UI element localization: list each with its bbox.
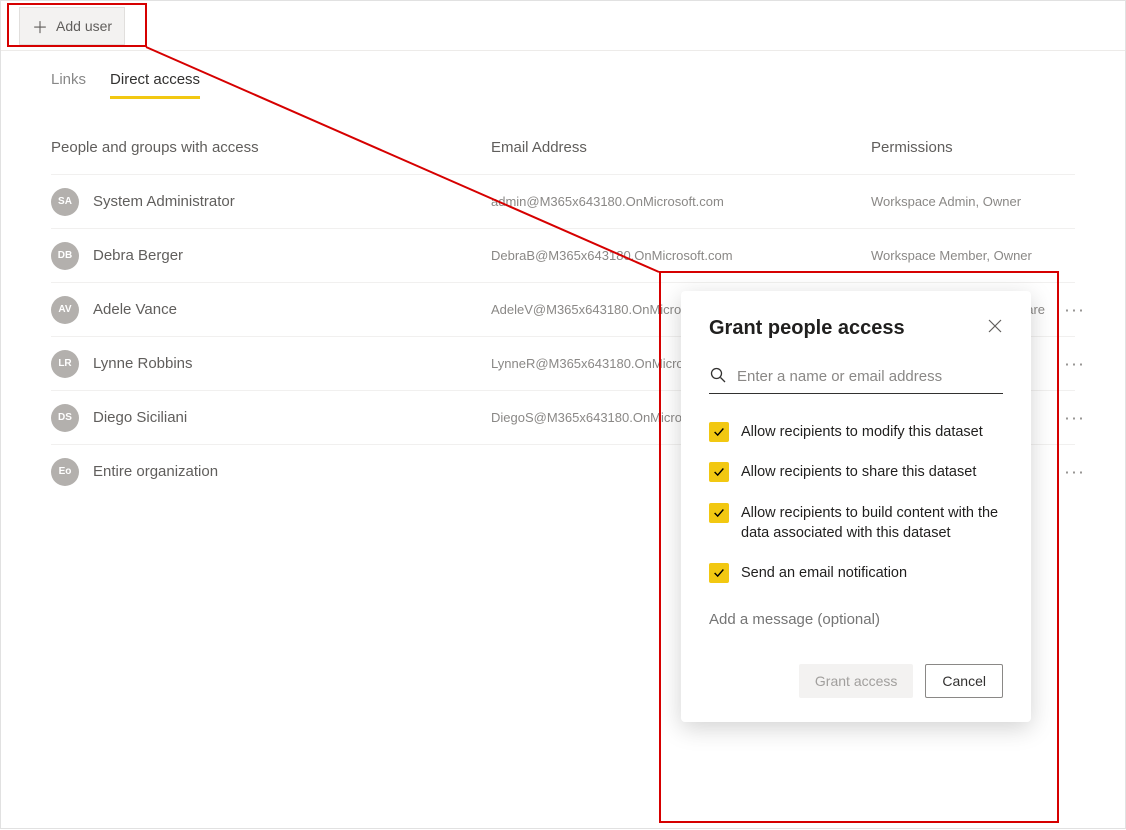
col-permissions-header: Permissions (871, 139, 1075, 156)
more-options-icon[interactable]: ··· (1064, 299, 1085, 320)
user-name: Lynne Robbins (93, 355, 193, 372)
table-header: People and groups with access Email Addr… (51, 129, 1075, 174)
cancel-button[interactable]: Cancel (925, 664, 1003, 698)
checkbox-label: Send an email notification (741, 563, 907, 583)
user-name: Debra Berger (93, 247, 183, 264)
avatar: DB (51, 242, 79, 270)
table-row: SA System Administrator admin@M365x64318… (51, 174, 1075, 228)
col-people-header: People and groups with access (51, 139, 491, 156)
add-user-label: Add user (56, 18, 112, 34)
people-search-input[interactable] (737, 368, 1003, 385)
user-name: Adele Vance (93, 301, 177, 318)
avatar: DS (51, 404, 79, 432)
close-icon[interactable] (987, 318, 1003, 339)
tab-direct-access[interactable]: Direct access (110, 71, 200, 99)
checkbox-label: Allow recipients to modify this dataset (741, 422, 983, 442)
checkbox-checked-icon[interactable] (709, 503, 729, 523)
more-options-icon[interactable]: ··· (1064, 407, 1085, 428)
checkbox-row[interactable]: Send an email notification (709, 563, 1003, 583)
user-permissions: Workspace Admin, Owner (871, 194, 1075, 209)
plus-icon: ＋ (32, 14, 48, 38)
avatar: LR (51, 350, 79, 378)
search-icon (709, 366, 727, 387)
tabs: Links Direct access (1, 51, 1125, 99)
dialog-title: Grant people access (709, 317, 905, 340)
checkbox-row[interactable]: Allow recipients to modify this dataset (709, 422, 1003, 442)
add-user-button[interactable]: ＋ Add user (19, 7, 125, 45)
tab-links[interactable]: Links (51, 71, 86, 99)
dialog-actions: Grant access Cancel (709, 664, 1003, 698)
col-email-header: Email Address (491, 139, 871, 156)
checkbox-label: Allow recipients to share this dataset (741, 462, 976, 482)
table-row: DB Debra Berger DebraB@M365x643180.OnMic… (51, 228, 1075, 282)
checkbox-checked-icon[interactable] (709, 462, 729, 482)
checkbox-row[interactable]: Allow recipients to share this dataset (709, 462, 1003, 482)
toolbar: ＋ Add user (1, 1, 1125, 51)
user-permissions: Workspace Member, Owner (871, 248, 1075, 263)
more-options-icon[interactable]: ··· (1064, 461, 1085, 482)
grant-access-button[interactable]: Grant access (799, 664, 913, 698)
message-input[interactable] (709, 611, 1003, 628)
user-name: Diego Siciliani (93, 409, 187, 426)
avatar: Eo (51, 458, 79, 486)
avatar: AV (51, 296, 79, 324)
user-name: System Administrator (93, 193, 235, 210)
search-row (709, 366, 1003, 394)
user-email: DebraB@M365x643180.OnMicrosoft.com (491, 248, 871, 263)
checkbox-checked-icon[interactable] (709, 563, 729, 583)
user-name: Entire organization (93, 463, 218, 480)
avatar: SA (51, 188, 79, 216)
checkbox-row[interactable]: Allow recipients to build content with t… (709, 503, 1003, 544)
grant-access-dialog: Grant people access Allow recipients to … (681, 291, 1031, 722)
checkbox-label: Allow recipients to build content with t… (741, 503, 1003, 544)
checkbox-checked-icon[interactable] (709, 422, 729, 442)
more-options-icon[interactable]: ··· (1064, 353, 1085, 374)
user-email: admin@M365x643180.OnMicrosoft.com (491, 194, 871, 209)
